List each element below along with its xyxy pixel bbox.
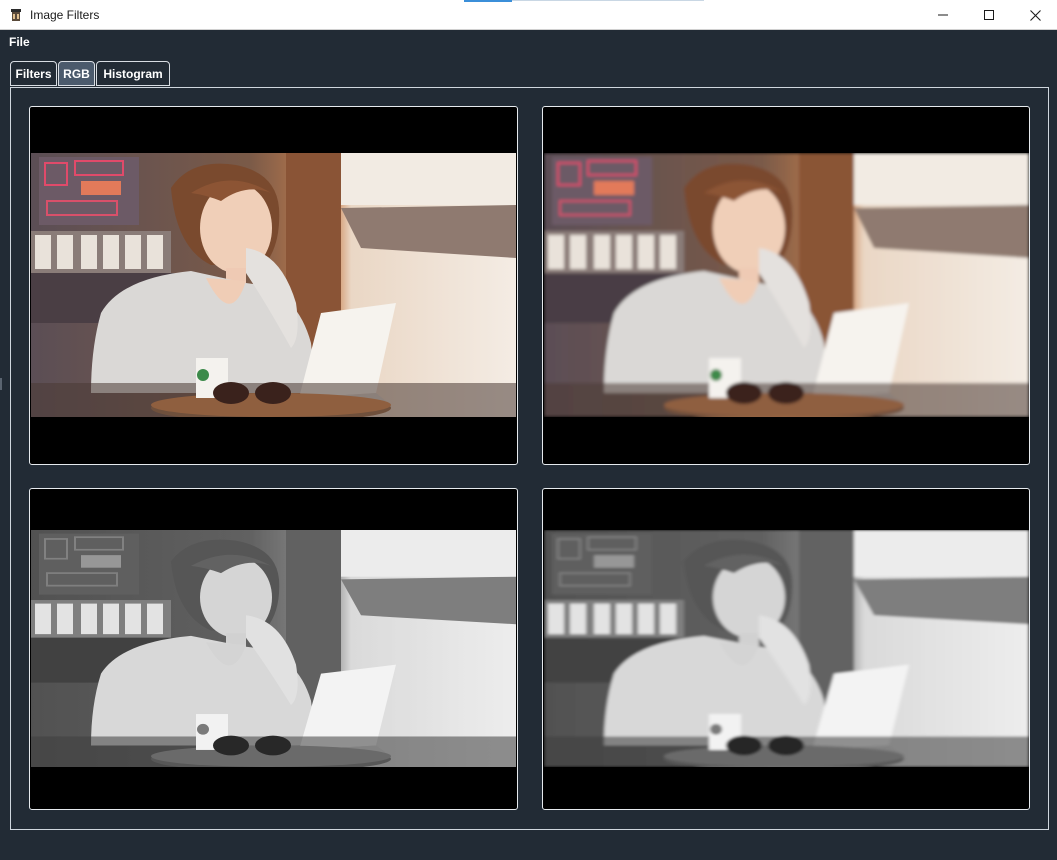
menu-bar: File	[0, 31, 1057, 53]
maximize-icon	[984, 10, 994, 20]
tab-rgb[interactable]: RGB	[58, 61, 95, 86]
minimize-button[interactable]	[920, 0, 966, 30]
image-view-smoothed-grayscale	[544, 530, 1029, 767]
image-grayscale	[29, 488, 518, 810]
image-smoothed-grayscale	[542, 488, 1030, 810]
tab-histogram[interactable]: Histogram	[96, 61, 170, 86]
resize-handle[interactable]	[0, 378, 2, 390]
tab-filters[interactable]: Filters	[10, 61, 57, 86]
close-button[interactable]	[1012, 0, 1057, 30]
window-title: Image Filters	[30, 8, 100, 22]
minimize-icon	[938, 14, 948, 16]
title-bar-accent	[464, 0, 512, 2]
app-icon	[11, 9, 21, 21]
maximize-button[interactable]	[966, 0, 1012, 30]
image-view-original-color	[31, 153, 516, 417]
image-view-smoothed-color	[544, 153, 1029, 417]
image-view-grayscale	[31, 530, 516, 767]
title-bar[interactable]: Image Filters	[0, 0, 1057, 30]
image-smoothed	[542, 106, 1030, 465]
menu-file[interactable]: File	[9, 35, 30, 49]
close-icon	[1029, 9, 1041, 21]
title-bar-accent-light	[512, 0, 704, 1]
image-original	[29, 106, 518, 465]
